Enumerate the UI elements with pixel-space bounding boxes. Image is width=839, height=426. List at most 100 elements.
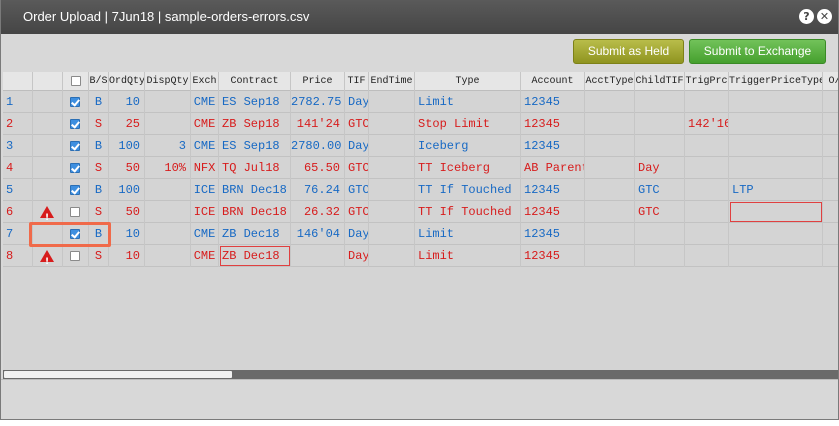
cell-oc <box>823 223 838 245</box>
warning-cell <box>33 201 63 223</box>
checkbox-icon[interactable] <box>70 251 80 261</box>
column-header[interactable]: EndTime <box>369 72 415 91</box>
checkbox-icon[interactable] <box>70 141 80 151</box>
submit-to-exchange-button[interactable]: Submit to Exchange <box>689 39 826 64</box>
cell-type: TT If Touched <box>415 179 521 201</box>
cell-trigprc <box>685 91 729 113</box>
cell-ordqty: 10 <box>109 245 145 267</box>
column-header[interactable]: AcctType <box>585 72 635 91</box>
cell-accttype <box>585 113 635 135</box>
order-row[interactable]: 3 B 100 3 CME ES Sep18 2780.00 Day Iceberg 12345 <box>3 135 838 157</box>
column-header[interactable]: Contract <box>219 72 291 91</box>
column-header[interactable]: Exch <box>191 72 219 91</box>
column-header[interactable]: Price <box>291 72 345 91</box>
row-select-cell[interactable] <box>63 201 89 223</box>
cell-dispqty <box>145 223 191 245</box>
cell-trigtype <box>729 245 823 267</box>
column-header[interactable]: TriggerPriceType <box>729 72 823 91</box>
checkbox-icon[interactable] <box>70 119 80 129</box>
cell-endtime <box>369 135 415 157</box>
order-row[interactable]: 7 B 10 CME ZB Dec18 146'04 Day Limit 12345 <box>3 223 838 245</box>
orders-grid: B/S OrdQty DispQty Exch Contract Price TIF EndT… <box>3 72 838 370</box>
checkbox-icon[interactable] <box>70 185 80 195</box>
cell-type: TT Iceberg <box>415 157 521 179</box>
row-select-cell[interactable] <box>63 91 89 113</box>
cell-account: 12345 <box>521 113 585 135</box>
cell-trigprc <box>685 201 729 223</box>
submit-as-held-button[interactable]: Submit as Held <box>573 39 684 64</box>
help-icon[interactable]: ? <box>799 9 814 24</box>
cell-endtime <box>369 245 415 267</box>
warning-icon <box>40 206 54 223</box>
row-select-cell[interactable] <box>63 113 89 135</box>
order-row[interactable]: 2 S 25 CME ZB Sep18 141'24 GTC Stop Limit 12345 1… <box>3 113 838 135</box>
column-header[interactable]: TrigPrc <box>685 72 729 91</box>
column-header[interactable]: O/C <box>823 72 838 91</box>
cell-side: B <box>89 135 109 157</box>
toolbar: Submit as Held Submit to Exchange <box>1 34 838 72</box>
cell-endtime <box>369 113 415 135</box>
column-header[interactable]: Type <box>415 72 521 91</box>
horizontal-scrollbar[interactable] <box>3 370 838 379</box>
cell-endtime <box>369 179 415 201</box>
scrollbar-thumb[interactable] <box>4 371 232 378</box>
cell-side: B <box>89 91 109 113</box>
cell-type: Limit <box>415 91 521 113</box>
selection-highlight <box>29 222 111 247</box>
row-select-cell[interactable] <box>63 245 89 267</box>
cell-price: 2780.00 <box>291 135 345 157</box>
cell-trigprc <box>685 135 729 157</box>
cell-exch: CME <box>191 135 219 157</box>
cell-accttype <box>585 91 635 113</box>
order-row[interactable]: 1 B 10 CME ES Sep18 2782.75 Day Limit 12345 <box>3 91 838 113</box>
cell-dispqty <box>145 113 191 135</box>
row-select-cell[interactable] <box>63 157 89 179</box>
order-row[interactable]: 5 B 100 ICE BRN Dec18 76.24 GTC TT If Touched 12… <box>3 179 838 201</box>
column-header[interactable]: ChildTIF <box>635 72 685 91</box>
cell-exch: CME <box>191 223 219 245</box>
checkbox-icon[interactable] <box>71 76 81 86</box>
cell-trigtype <box>729 157 823 179</box>
order-row[interactable]: 4 S 50 10% NFX TQ Jul18 65.50 GTC TT Iceberg AB P… <box>3 157 838 179</box>
cell-contract: ZB Sep18 <box>219 113 291 135</box>
checkbox-icon[interactable] <box>70 163 80 173</box>
cell-price: 65.50 <box>291 157 345 179</box>
column-header[interactable]: B/S <box>89 72 109 91</box>
cell-account: 12345 <box>521 245 585 267</box>
cell-accttype <box>585 245 635 267</box>
cell-trigprc: 142'16 <box>685 113 729 135</box>
row-select-cell[interactable] <box>63 179 89 201</box>
cell-price: 26.32 <box>291 201 345 223</box>
warning-cell <box>33 179 63 201</box>
order-upload-window: Order Upload | 7Jun18 | sample-orders-er… <box>0 0 839 420</box>
cell-num: 6 <box>3 201 33 223</box>
order-row[interactable]: 6S50ICEBRN Dec1826.32GTCTT If Touched123… <box>3 201 838 223</box>
cell-account: 12345 <box>521 179 585 201</box>
row-select-cell[interactable] <box>63 135 89 157</box>
column-header[interactable] <box>33 72 63 91</box>
column-header[interactable]: Account <box>521 72 585 91</box>
cell-childtif: GTC <box>635 179 685 201</box>
cell-price: 146'04 <box>291 223 345 245</box>
cell-exch: CME <box>191 245 219 267</box>
order-row[interactable]: 8S10CMEZB Dec18DayLimit12345 <box>3 245 838 267</box>
checkbox-icon[interactable] <box>70 207 80 217</box>
cell-side: S <box>89 201 109 223</box>
close-icon[interactable]: ✕ <box>817 9 832 24</box>
cell-exch: ICE <box>191 179 219 201</box>
column-header[interactable]: OrdQty <box>109 72 145 91</box>
cell-endtime <box>369 157 415 179</box>
select-all-checkbox[interactable] <box>63 72 89 91</box>
column-header[interactable]: TIF <box>345 72 369 91</box>
warning-cell <box>33 157 63 179</box>
column-header[interactable] <box>3 72 33 91</box>
cell-dispqty: 10% <box>145 157 191 179</box>
cell-accttype <box>585 135 635 157</box>
cell-trigtype <box>729 113 823 135</box>
cell-oc <box>823 135 838 157</box>
column-header[interactable]: DispQty <box>145 72 191 91</box>
cell-account: 12345 <box>521 135 585 157</box>
checkbox-icon[interactable] <box>70 97 80 107</box>
cell-num: 2 <box>3 113 33 135</box>
cell-oc <box>823 201 838 223</box>
